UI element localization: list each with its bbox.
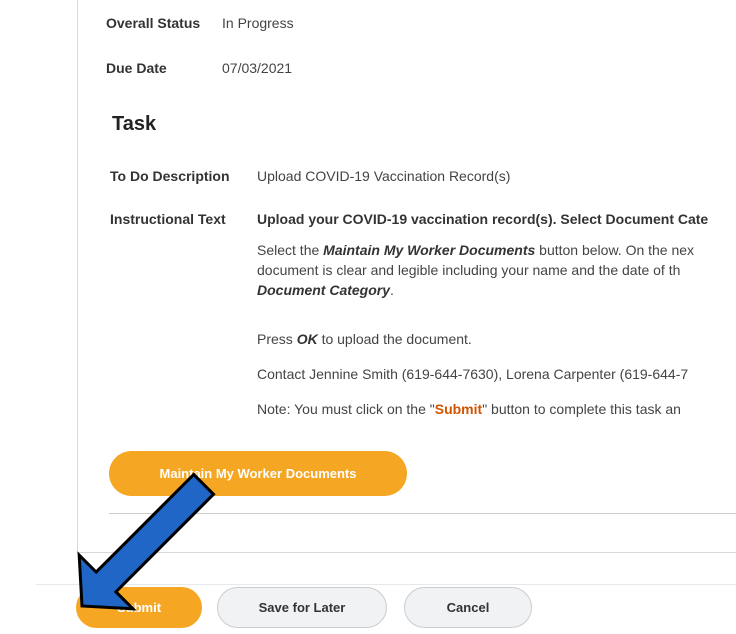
instructions-paragraph-2: Press OK to upload the document. [257, 329, 472, 349]
instructions-paragraph-4: Note: You must click on the "Submit" but… [257, 399, 681, 419]
submit-button[interactable]: Submit [76, 587, 202, 628]
due-date-label: Due Date [106, 60, 167, 76]
instructions-paragraph-3: Contact Jennine Smith (619-644-7630), Lo… [257, 366, 689, 382]
instructions-line-1: Select the Maintain My Worker Documents … [257, 240, 694, 260]
footer-divider [36, 584, 736, 585]
todo-description-value: Upload COVID-19 Vaccination Record(s) [257, 168, 511, 184]
task-section-title: Task [112, 113, 157, 135]
overall-status-value: In Progress [222, 15, 294, 31]
overall-status-label: Overall Status [106, 15, 201, 31]
instructions-paragraph-1: Select the Maintain My Worker Documents … [257, 240, 694, 300]
instructional-heading: Upload your COVID-19 vaccination record(… [257, 211, 709, 227]
text-span: Note: You must click on the " [257, 401, 435, 417]
task-page: Overall Status In Progress Due Date 07/0… [0, 0, 736, 634]
todo-description-label: To Do Description [110, 168, 230, 184]
divider [109, 513, 736, 514]
text-span: " button to complete this task an [482, 401, 681, 417]
maintain-worker-documents-button[interactable]: Maintain My Worker Documents [109, 451, 407, 496]
submit-reference: Submit [434, 401, 483, 417]
text-span: Press [257, 331, 297, 347]
instructions-line-3: Document Category. [257, 280, 694, 300]
text-span: to upload the document. [317, 331, 472, 347]
text-span: button below. On the nex [535, 242, 695, 258]
ok-emphasis: OK [296, 331, 318, 347]
instructions-line-2: document is clear and legible including … [257, 262, 681, 278]
document-category-emphasis: Document Category [257, 282, 391, 298]
save-for-later-button[interactable]: Save for Later [217, 587, 387, 628]
cancel-button[interactable]: Cancel [404, 587, 532, 628]
maintain-docs-emphasis: Maintain My Worker Documents [323, 242, 536, 258]
text-span: Select the [257, 242, 324, 258]
text-span: . [390, 282, 394, 298]
due-date-value: 07/03/2021 [222, 60, 293, 76]
instructional-text-label: Instructional Text [110, 211, 226, 227]
